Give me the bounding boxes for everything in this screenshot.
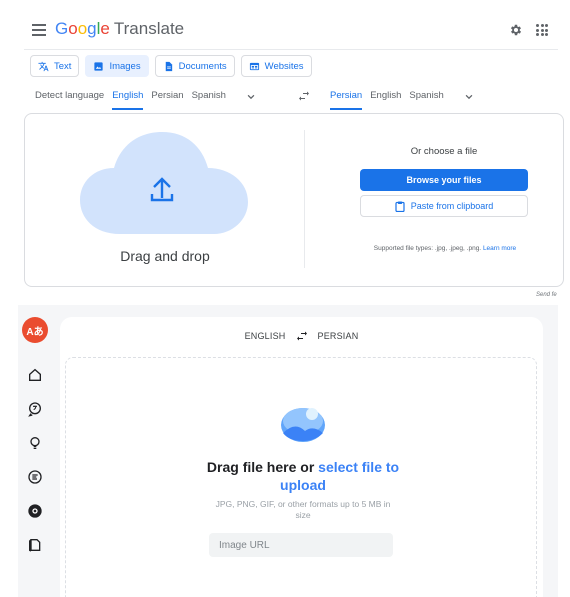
- gear-icon[interactable]: [509, 23, 523, 37]
- image-url-input[interactable]: [209, 533, 393, 557]
- target-language-bar: Persian English Spanish: [330, 90, 474, 114]
- swap-icon[interactable]: [296, 331, 308, 341]
- cloud-upload-icon[interactable]: [80, 130, 250, 236]
- supported-types-label: Supported file types: .jpg, .jpeg, .png.: [373, 245, 482, 252]
- target-lang-persian[interactable]: Persian: [330, 90, 363, 110]
- logo-letter: G: [55, 19, 69, 38]
- learn-more-link[interactable]: Learn more: [483, 245, 516, 252]
- text-mode-button[interactable]: Text: [30, 55, 80, 77]
- image-icon: [94, 61, 104, 71]
- source-lang-detect[interactable]: Detect language: [35, 90, 104, 108]
- target-lang-spanish[interactable]: Spanish: [409, 90, 443, 108]
- logo-letter: e: [100, 19, 110, 38]
- google-translate-window: Google Translate Text Images Documents We…: [0, 0, 570, 305]
- upload-headline: Drag file here or select file to upload: [198, 458, 408, 494]
- send-feedback-link[interactable]: Send fe: [536, 292, 557, 298]
- app-logo[interactable]: Aあ: [22, 317, 48, 343]
- source-language-bar: Detect language English Persian Spanish: [35, 90, 256, 114]
- swap-languages-icon[interactable]: [298, 91, 310, 101]
- source-lang-spanish[interactable]: Spanish: [192, 90, 226, 108]
- images-mode-button[interactable]: Images: [85, 55, 149, 77]
- browse-files-button[interactable]: Browse your files: [360, 169, 528, 191]
- logo-letter: o: [68, 19, 78, 38]
- camera-icon[interactable]: [27, 503, 43, 519]
- document-translate-icon[interactable]: [27, 537, 43, 553]
- image-placeholder-icon: [281, 408, 325, 442]
- logo-letter: g: [87, 19, 97, 38]
- language-direction-bar: ENGLISH PERSIAN: [60, 327, 543, 345]
- source-lang-english[interactable]: English: [112, 90, 144, 110]
- upload-headline-text: Drag file here or: [206, 459, 319, 475]
- image-translator-app: Aあ ENGLISH PERSIAN Drag file here or sel…: [18, 305, 558, 597]
- formats-hint: JPG, PNG, GIF, or other formats up to 5 …: [215, 499, 391, 520]
- panel-divider: [304, 130, 305, 268]
- paste-clipboard-button[interactable]: Paste from clipboard: [360, 195, 528, 217]
- home-icon[interactable]: [27, 367, 43, 383]
- browse-label: Browse your files: [406, 175, 482, 185]
- paste-label: Paste from clipboard: [410, 201, 494, 211]
- mode-label: Websites: [264, 60, 304, 72]
- lightbulb-icon[interactable]: [27, 435, 43, 451]
- google-translate-logo[interactable]: Google Translate: [55, 19, 184, 39]
- hamburger-menu-icon[interactable]: [32, 24, 46, 36]
- chevron-down-icon[interactable]: [464, 92, 474, 102]
- header-divider: [24, 49, 558, 50]
- source-lang-persian[interactable]: Persian: [151, 90, 183, 108]
- chevron-down-icon[interactable]: [246, 92, 256, 102]
- apps-grid-icon[interactable]: [536, 24, 548, 36]
- target-language[interactable]: PERSIAN: [318, 331, 359, 341]
- mode-label: Text: [54, 60, 72, 72]
- mode-label: Documents: [178, 60, 227, 72]
- documents-mode-button[interactable]: Documents: [154, 55, 235, 77]
- document-icon: [165, 61, 172, 71]
- source-language[interactable]: ENGLISH: [245, 331, 286, 341]
- mode-label: Images: [109, 60, 141, 72]
- translate-icon: [38, 61, 49, 71]
- product-name: Translate: [113, 19, 185, 38]
- clipboard-icon: [395, 201, 405, 212]
- target-lang-english[interactable]: English: [370, 90, 401, 108]
- websites-mode-button[interactable]: Websites: [240, 55, 312, 77]
- text-icon[interactable]: [27, 469, 43, 485]
- chat-translate-icon[interactable]: [27, 401, 43, 417]
- supported-types-text: Supported file types: .jpg, .jpeg, .png.…: [345, 245, 545, 252]
- drag-and-drop-label: Drag and drop: [120, 248, 210, 264]
- logo-letter: o: [77, 19, 88, 38]
- website-icon: [249, 62, 259, 70]
- mode-tabs: Text Images Documents Websites: [30, 55, 312, 77]
- choose-file-label: Or choose a file: [410, 146, 478, 157]
